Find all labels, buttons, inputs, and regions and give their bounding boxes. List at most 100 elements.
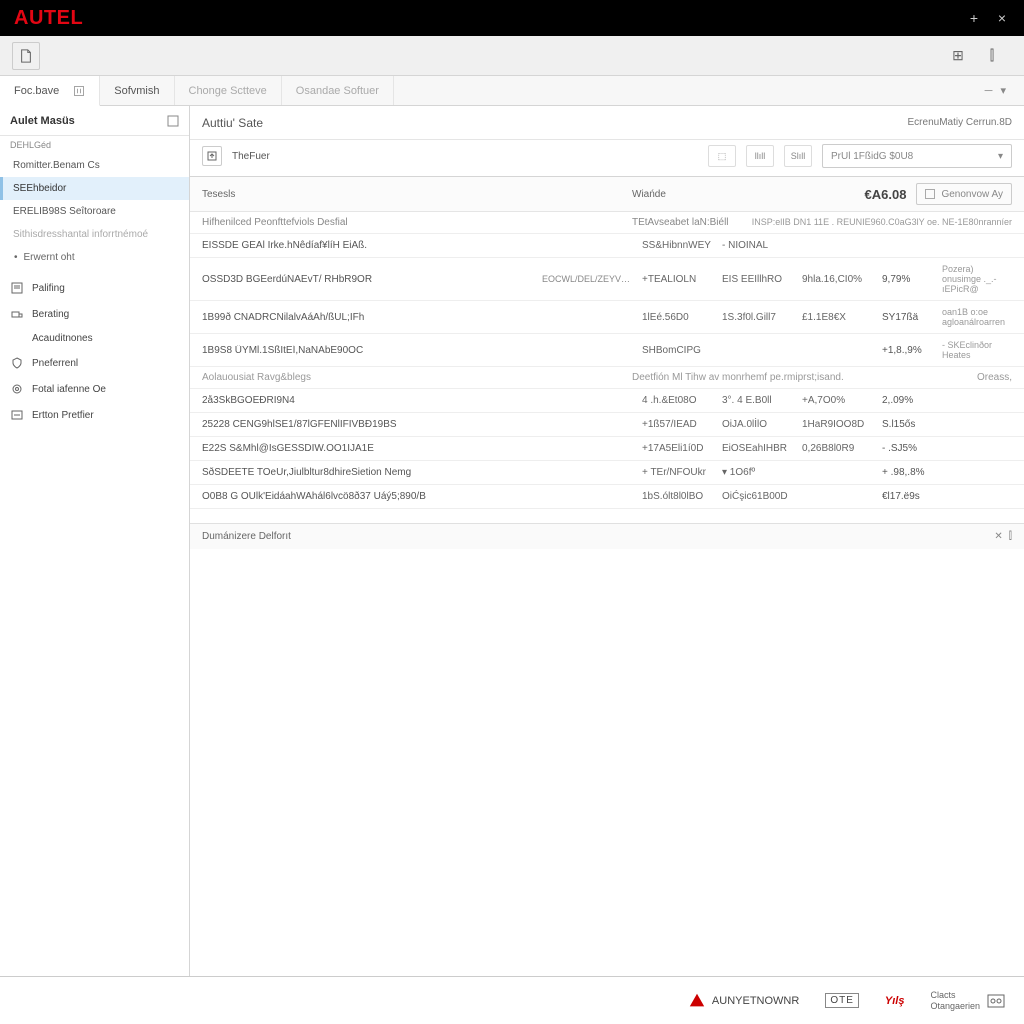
total-metric: €A6.08 [865, 187, 907, 202]
sidebar-title: Aulet Masüs [10, 115, 75, 127]
sidebar-item-0[interactable]: Romitter.Benam Cs [0, 154, 189, 177]
brand-2-label: OTE [825, 993, 859, 1008]
view-mode-1[interactable]: ⬚ [708, 145, 736, 167]
sidebar: Aulet Masüs DEHLGéd Romitter.Benam Cs SE… [0, 106, 190, 976]
autorefresh-toggle[interactable]: Genonvow Ay [916, 183, 1012, 205]
subhead-mid: TEtAvseabet laN:Biéll [632, 217, 729, 228]
subhead-right: INSP:elIB DN1 11E . REUNIE960.C0aG3lY oe… [752, 217, 1012, 228]
table-row[interactable]: 2å3SkBGOEÐRI9N44 .h.&Et08O3°. 4 E.B0ll+A… [190, 389, 1024, 413]
sidebar-header: Aulet Masüs [0, 106, 189, 136]
brand-4: Clacts Otangaerien [930, 990, 1006, 1012]
tab-focbave[interactable]: Foc.bave [0, 76, 100, 106]
tab-sofvmish[interactable]: Sofvmish [100, 76, 174, 105]
tab-chonge[interactable]: Chonge Sctteve [175, 76, 282, 105]
col-value-header[interactable]: Wiańde [632, 189, 722, 200]
page-icon [10, 281, 24, 295]
table-header: Tesesls Wiańde €A6.08 Genonvow Ay [190, 177, 1024, 212]
table-row[interactable]: OSSD3D BGEerdúNAEvT/ RHbR9OREOCWL/DEL/ZE… [190, 258, 1024, 301]
shield-icon [10, 356, 24, 370]
page-title: Auttiu' Sate [202, 116, 263, 130]
table-row[interactable]: O0B8 G OUlk'EidáahWAhál6lvcö8ð37 Uáý5;89… [190, 485, 1024, 509]
gear-icon [10, 382, 24, 396]
table-row[interactable]: 1B9S8 ÜYMl.1SßItEÍ,NaNAbE90OCSHBomCIPG+1… [190, 334, 1024, 367]
panel-icon[interactable]: ⫿ [978, 42, 1006, 70]
sidebar-collapse-icon[interactable] [167, 115, 179, 127]
subhead-left: Hifhenilced Peonfttefviols Desfial [202, 217, 632, 228]
toolbar: ⊞ ⫿ [0, 36, 1024, 76]
brand-4-label-a: Clacts [930, 990, 980, 1001]
section-left: Aolauousiat Ravg&blegs [202, 372, 632, 383]
footer-close-icon[interactable]: ✕ [994, 531, 1002, 542]
footer-panel-icon[interactable]: ⫿ [1009, 531, 1012, 542]
brand-1-label: AUNYETNOWNR [712, 995, 799, 1007]
brand-2: OTE [825, 993, 859, 1008]
main-panel: Auttiu' Sate EcrenuMatiy Cerrun.8D TheFu… [190, 106, 1024, 976]
sidebar-item-label: Ertton Pretfier [32, 410, 94, 421]
brand-1-logo-icon [688, 992, 706, 1010]
table-row[interactable]: EISSDE GEAl Irke.hNêdíaf¥líH EiAß.SS&Hib… [190, 234, 1024, 258]
checkbox-label: Genonvow Ay [941, 189, 1003, 200]
brand-3-label: Yılş [885, 995, 905, 1007]
toolbar-dropdown-icon[interactable]: ▾ [1000, 84, 1006, 97]
sidebar-item-label: Fotal iafenne Oe [32, 384, 106, 395]
view-mode-3[interactable]: Slıll [784, 145, 812, 167]
truck-icon [10, 307, 24, 321]
data-table: Tesesls Wiańde €A6.08 Genonvow Ay Hifhen… [190, 176, 1024, 549]
layout-icon[interactable]: ⊞ [944, 42, 972, 70]
section-header: Aolauousiat Ravg&blegs Deetfión Ml Tihw … [190, 367, 1024, 389]
tab-label: Sofvmish [114, 85, 159, 97]
brand-4-label-b: Otangaerien [930, 1001, 980, 1012]
table-row[interactable]: 25228 CENG9hlSE1/87lGFENlIFIVBÐ19BS+1ß57… [190, 413, 1024, 437]
col-name-header[interactable]: Tesesls [202, 189, 632, 200]
tab-osandae[interactable]: Osandae Softuer [282, 76, 394, 105]
dropdown-value: PrUl 1FßidG $0U8 [831, 151, 913, 162]
table-subheader: Hifhenilced Peonfttefviols Desfial TEtAv… [190, 212, 1024, 234]
export-icon[interactable] [202, 146, 222, 166]
sidebar-item-fotal[interactable]: Fotal iafenne Oe [0, 376, 189, 402]
tabbar: Foc.bave Sofvmish Chonge Sctteve Osandae… [0, 76, 1024, 106]
new-file-icon[interactable] [12, 42, 40, 70]
app-logo: AUTEL [8, 7, 83, 30]
table-row[interactable]: 1B99ð CNADRCNilalvAáAh/ßUL;IFh1lEé.56D01… [190, 301, 1024, 334]
tab-label: Osandae Softuer [296, 85, 379, 97]
sidebar-item-acauditnones[interactable]: Acauditnones [0, 327, 189, 350]
table-row[interactable]: E22S S&Mhl@IsGESSDIW.OO1IJA1E+17A5Eli1í0… [190, 437, 1024, 461]
sidebar-item-label: Pneferrenl [32, 358, 78, 369]
statusbar: AUNYETNOWNR OTE Yılş Clacts Otangaerien [0, 976, 1024, 1024]
view-mode-2[interactable]: llıll [746, 145, 774, 167]
sidebar-item-2[interactable]: ERELIB98S Seîtoroare [0, 200, 189, 223]
filter-label: TheFuer [232, 151, 270, 162]
table-footer-bar: Dumánizere Delforıt ✕ ⫿ [190, 523, 1024, 549]
sidebar-item-3[interactable]: Sithisdresshantal inforrtnémoé [0, 223, 189, 246]
sidebar-item-pneferrenl[interactable]: Pneferrenl [0, 350, 189, 376]
chevron-down-icon: ▾ [998, 151, 1003, 162]
bullet-label: Erwernt oht [24, 252, 75, 263]
sidebar-item-1[interactable]: SEEhbeidor [0, 177, 189, 200]
filter-row: TheFuer ⬚ llıll Slıll PrUl 1FßidG $0U8 ▾ [190, 140, 1024, 176]
new-tab-button[interactable]: + [960, 10, 988, 26]
tab-label: Foc.bave [14, 85, 59, 97]
brand-3: Yılş [885, 995, 905, 1007]
sidebar-item-berating[interactable]: Berating [0, 301, 189, 327]
titlebar: AUTEL + × [0, 0, 1024, 36]
period-dropdown[interactable]: PrUl 1FßidG $0U8 ▾ [822, 144, 1012, 168]
close-window-button[interactable]: × [988, 10, 1016, 26]
section-right: Oreass, [977, 372, 1012, 383]
page-header-right: EcrenuMatiy Cerrun.8D [908, 117, 1012, 128]
sidebar-item-label: Palifing [32, 283, 65, 294]
tab-close-icon[interactable] [73, 85, 85, 97]
sidebar-bullet[interactable]: • Erwernt oht [0, 246, 189, 269]
pref-icon [10, 408, 24, 422]
sidebar-item-ertton[interactable]: Ertton Pretfier [0, 402, 189, 428]
brand-4-icon [986, 991, 1006, 1011]
sidebar-item-label: Acauditnones [32, 333, 93, 344]
toolbar-dash: ─ [985, 85, 993, 97]
page-header: Auttiu' Sate EcrenuMatiy Cerrun.8D [190, 106, 1024, 140]
sidebar-item-palifing[interactable]: Palifing [0, 275, 189, 301]
brand-1: AUNYETNOWNR [688, 992, 799, 1010]
table-row[interactable]: SðSDEETE TOeUr,Jiulbltur8dhireSietion Ne… [190, 461, 1024, 485]
tab-label: Chonge Sctteve [189, 85, 267, 97]
footer-label: Dumánizere Delforıt [202, 531, 291, 542]
sidebar-subtitle: DEHLGéd [0, 136, 189, 154]
sidebar-item-label: Berating [32, 309, 69, 320]
